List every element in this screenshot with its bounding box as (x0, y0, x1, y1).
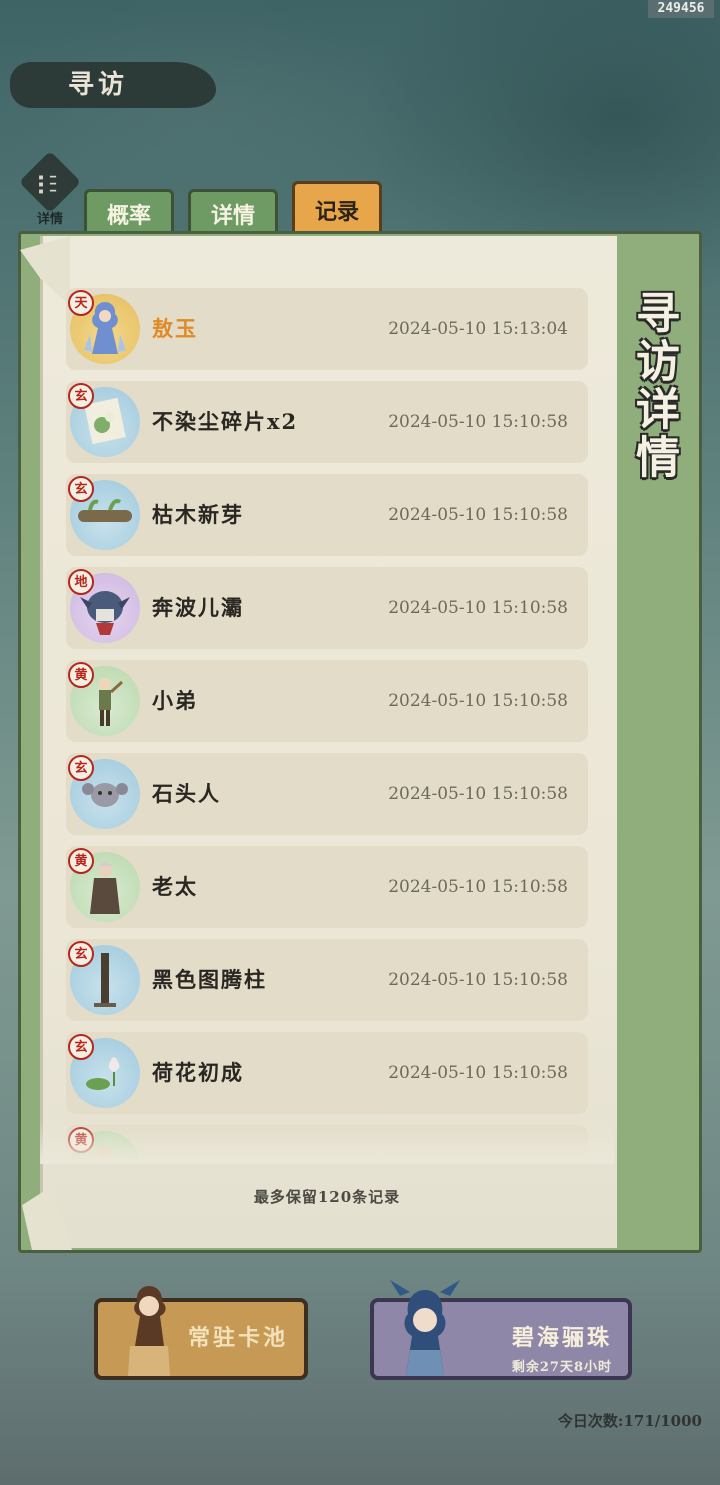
rarity-seal: 玄 (68, 941, 94, 967)
record-row[interactable]: 玄 枯木新芽 2024-05-10 15:10:58 (66, 474, 588, 556)
limited-pool-button[interactable]: 碧海骊珠 剩余27天8小时 (370, 1280, 632, 1380)
record-row[interactable]: 黄 小弟 2024-05-10 15:10:58 (66, 660, 588, 742)
rarity-seal: 玄 (68, 1034, 94, 1060)
record-time: 2024-05-10 15:10:58 (388, 598, 568, 618)
record-row[interactable]: 天 敖玉 2024-05-10 15:13:04 (66, 288, 588, 370)
detail-badge-button[interactable]: ▪ ━ ▪ ━ ▪ ━ 详情 (18, 150, 82, 228)
record-time: 2024-05-10 15:10:58 (388, 691, 568, 711)
record-name: 老太 (152, 874, 198, 899)
standard-pool-label: 常驻卡池 (187, 1325, 288, 1351)
tab-records[interactable]: 记录 (292, 181, 382, 235)
record-name: 敖玉 (152, 316, 198, 341)
record-time: 2024-05-10 15:10:58 (388, 784, 568, 804)
record-name: 荷花初成 (152, 1060, 244, 1085)
limited-pool-timer: 剩余27天8小时 (511, 1360, 612, 1375)
record-time: 2024-05-10 15:10:58 (388, 505, 568, 525)
limited-pool-character-icon (390, 1280, 460, 1376)
rarity-seal: 玄 (68, 383, 94, 409)
record-row[interactable]: 玄 石头人 2024-05-10 15:10:58 (66, 753, 588, 835)
side-title: 寻访详情 (628, 290, 679, 482)
record-row[interactable]: 地 奔波儿灞 2024-05-10 15:10:58 (66, 567, 588, 649)
standard-pool-button[interactable]: 常驻卡池 (94, 1286, 308, 1380)
rarity-seal: 地 (68, 569, 94, 595)
record-name: 枯木新芽 (152, 502, 244, 527)
record-time: 2024-05-10 15:10:58 (388, 970, 568, 990)
record-time: 2024-05-10 15:13:04 (388, 319, 568, 339)
record-limit-note: 最多保留120条记录 (253, 1188, 401, 1206)
record-time: 2024-05-10 15:10:58 (388, 1063, 568, 1083)
record-time: 2024-05-10 15:10:58 (388, 412, 568, 432)
page-title: 寻访 (10, 62, 216, 108)
limited-pool-label: 碧海骊珠 (511, 1325, 612, 1351)
record-name: 奔波儿灞 (152, 595, 244, 620)
rarity-seal: 玄 (68, 476, 94, 502)
tab-details[interactable]: 详情 (188, 189, 278, 235)
record-row[interactable]: 黄 老太 2024-05-10 15:10:58 (66, 846, 588, 928)
record-name: 小弟 (152, 688, 198, 713)
menu-lines-icon: ▪ ━ ▪ ━ ▪ ━ (38, 172, 57, 197)
record-name: 石头人 (152, 781, 221, 806)
standard-pool-character-icon (128, 1286, 170, 1376)
tab-probability[interactable]: 概率 (84, 189, 174, 235)
detail-badge-label: 详情 (36, 212, 63, 227)
rarity-seal: 黄 (68, 848, 94, 874)
record-name: 不染尘碎片x2 (152, 409, 299, 434)
record-row[interactable]: 玄 不染尘碎片x2 2024-05-10 15:10:58 (66, 381, 588, 463)
records-list[interactable]: 天 敖玉 2024-05-10 15:13:04 玄 不染尘碎片x2 2024-… (66, 288, 588, 1160)
record-row[interactable]: 玄 黑色图腾柱 2024-05-10 15:10:58 (66, 939, 588, 1021)
record-time: 2024-05-10 15:10:58 (388, 877, 568, 897)
daily-count: 今日次数:171/1000 (557, 1412, 702, 1430)
rarity-seal: 天 (68, 290, 94, 316)
uid-label: 249456 (648, 0, 714, 18)
rarity-seal: 黄 (68, 662, 94, 688)
record-name: 黑色图腾柱 (152, 967, 267, 992)
record-row[interactable]: 玄 荷花初成 2024-05-10 15:10:58 (66, 1032, 588, 1114)
list-fade (40, 1120, 614, 1164)
rarity-seal: 玄 (68, 755, 94, 781)
